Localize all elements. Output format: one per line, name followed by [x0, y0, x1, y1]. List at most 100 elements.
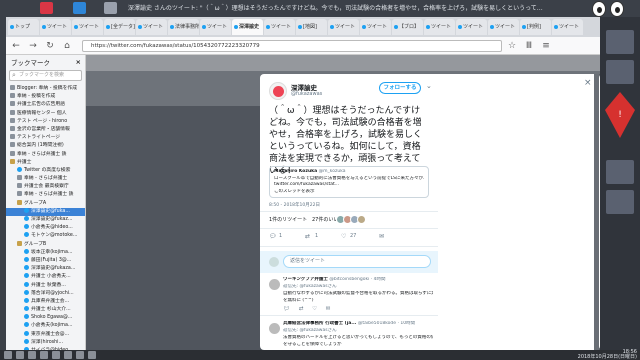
- desktop-file-icon[interactable]: [606, 30, 634, 54]
- bookmark-item[interactable]: 弁護士会 最高検察庁: [6, 183, 85, 191]
- desktop-switch-3-icon[interactable]: [104, 2, 117, 14]
- twitter-bird-icon: [24, 265, 29, 271]
- bookmark-item[interactable]: テストライトページ: [6, 134, 85, 142]
- bookmark-star-icon[interactable]: ☆: [505, 39, 519, 53]
- reply-icon[interactable]: 💬︎: [269, 233, 277, 240]
- reply-input[interactable]: 返信をツイート: [283, 255, 431, 268]
- bookmark-item[interactable]: テスト ページ - hirono: [6, 117, 85, 126]
- taskbar-app-icon[interactable]: [40, 351, 48, 359]
- bookmark-item[interactable]: 奉納 - 投稿を作成: [6, 93, 85, 101]
- browser-tab[interactable]: [全データ]: [104, 19, 135, 35]
- bookmark-item[interactable]: 東京弁護士会@...: [6, 330, 85, 339]
- browser-tab[interactable]: [判例]: [520, 19, 551, 35]
- bookmark-item[interactable]: 奉納 - さらば弁護士 鉄: [6, 191, 85, 199]
- desktop-file-icon[interactable]: [606, 190, 634, 214]
- bookmark-item[interactable]: Shoko Egawa@...: [6, 314, 85, 322]
- bookmark-item[interactable]: Blogger: 奉納 - 投稿を作成: [6, 85, 85, 93]
- taskbar-app-icon[interactable]: [64, 351, 72, 359]
- taskbar-app-icon[interactable]: [76, 351, 84, 359]
- desktop-file-icon[interactable]: [606, 160, 634, 184]
- browser-tab[interactable]: ツイート: [328, 19, 359, 35]
- bookmark-item[interactable]: 深澤諭史@fuka...: [6, 207, 85, 216]
- desktop-switch-1-icon[interactable]: [40, 2, 53, 14]
- taskbar-app-icon[interactable]: [28, 351, 36, 359]
- taskbar-app-icon[interactable]: [88, 351, 96, 359]
- bookmark-item[interactable]: 弁護士 杉山大介...: [6, 306, 85, 314]
- bookmark-item[interactable]: モトケン@motoke...: [6, 232, 85, 240]
- browser-tab[interactable]: ツイート: [456, 19, 487, 35]
- bookmark-item[interactable]: 奉納 - さらば弁護士: [6, 175, 85, 183]
- reply-author-avatar[interactable]: [269, 279, 280, 290]
- reply-author-name[interactable]: ワーキングプア弁護士: [283, 277, 328, 282]
- bookmark-search-input[interactable]: ブックマークを検索: [9, 70, 82, 81]
- reply-time[interactable]: · 10時間: [397, 321, 415, 326]
- bookmark-item[interactable]: 弁護士広告の広告用語: [6, 101, 85, 109]
- follow-button[interactable]: フォローする: [379, 82, 421, 94]
- bookmark-folder[interactable]: グループA: [6, 199, 85, 208]
- start-menu-icon[interactable]: [4, 351, 12, 359]
- reply-actions[interactable]: 💬︎ ⇄ ♡ ✉: [283, 306, 433, 313]
- home-icon[interactable]: ⌂: [60, 39, 74, 53]
- browser-tab[interactable]: ツイート: [552, 19, 583, 35]
- reply-author-name[interactable]: 兵庫経営法律事務所 行政書士 (ja...: [283, 321, 356, 326]
- reply-author-avatar[interactable]: [269, 323, 280, 334]
- browser-tab[interactable]: ツイート: [424, 19, 455, 35]
- author-handle[interactable]: @fukazawas: [291, 91, 322, 97]
- library-icon[interactable]: Ⅲ: [522, 39, 536, 53]
- forward-icon[interactable]: →: [26, 39, 40, 53]
- url-input[interactable]: https://twitter.com/fukazawas/status/105…: [82, 39, 502, 52]
- desktop-file-icon[interactable]: [606, 60, 634, 84]
- bookmark-item[interactable]: 落合洋司@yjochi...: [6, 289, 85, 298]
- liker-avatar[interactable]: [357, 215, 366, 224]
- direct-message-icon[interactable]: ✉: [379, 233, 384, 240]
- browser-tab[interactable]: ツイート: [264, 19, 295, 35]
- bookmark-item[interactable]: 深澤諭史@fukaz...: [6, 216, 85, 224]
- browser-tab[interactable]: 法律事務所: [168, 19, 199, 35]
- browser-tab[interactable]: ツイート: [200, 19, 231, 35]
- tweet-timestamp[interactable]: 8:50 - 2018年10月22日: [269, 202, 320, 208]
- reload-icon[interactable]: ↻: [43, 39, 57, 53]
- bookmark-item[interactable]: 小倉秀夫(kojima...: [6, 322, 85, 330]
- bookmark-item[interactable]: 弁護士 小倉秀夫...: [6, 273, 85, 281]
- bookmark-item[interactable]: Twitter の高度な検索: [6, 166, 85, 175]
- back-icon[interactable]: ←: [9, 39, 23, 53]
- close-icon[interactable]: ×: [584, 78, 592, 88]
- bookmark-label: 総合案内 (1時間注視): [17, 143, 64, 149]
- bookmark-item[interactable]: 医療情報センター 個人: [6, 109, 85, 118]
- bookmark-item[interactable]: 坂本正幸(kojima...: [6, 248, 85, 257]
- taskbar-app-icon[interactable]: [52, 351, 60, 359]
- bookmark-item[interactable]: 弁護士 秋葉香...: [6, 281, 85, 290]
- bookmark-item[interactable]: 金沢の営業所・店舗情報: [6, 125, 85, 134]
- author-avatar[interactable]: [269, 82, 287, 100]
- desktop-switch-2-icon[interactable]: [73, 2, 86, 14]
- browser-tab[interactable]: [地図]: [296, 19, 327, 35]
- show-thread-link[interactable]: このスレッドを表示: [274, 189, 424, 196]
- retweet-stat[interactable]: 1件のリツイート: [269, 217, 307, 223]
- retweet-icon[interactable]: ⇄: [305, 233, 310, 240]
- browser-tab[interactable]: ツイート: [360, 19, 391, 35]
- taskbar-app-icon[interactable]: [16, 351, 24, 359]
- browser-tab[interactable]: ツイート: [488, 19, 519, 35]
- reply-time[interactable]: · 4時間: [371, 277, 386, 282]
- browser-tab[interactable]: ツイート: [136, 19, 167, 35]
- bookmark-item[interactable]: 奉納 - さらば弁護士 鉄: [6, 150, 85, 159]
- bookmark-item[interactable]: 藤田(Fujita) 3@...: [6, 256, 85, 265]
- browser-tab[interactable]: トップ: [8, 19, 39, 35]
- browser-tab[interactable]: ツイート: [40, 19, 71, 35]
- browser-tab[interactable]: 【ブロ】: [392, 19, 423, 35]
- bookmark-folder[interactable]: 弁護士: [6, 158, 85, 167]
- sidebar-close-icon[interactable]: ×: [76, 58, 81, 66]
- like-icon[interactable]: ♡: [341, 233, 346, 240]
- more-options-icon[interactable]: ⌄: [426, 82, 432, 90]
- browser-tab[interactable]: 深澤諭史: [232, 19, 263, 35]
- bookmark-folder[interactable]: グループB: [6, 240, 85, 249]
- page-scrollbar[interactable]: [594, 74, 599, 350]
- bookmark-item[interactable]: 総合案内 (1時間注視): [6, 142, 85, 150]
- quoted-tweet[interactable]: Masahiro Kozuka @m_kozuka ロースクール卒で自動的に法曹…: [269, 166, 429, 198]
- menu-icon[interactable]: ≡: [539, 39, 553, 53]
- bookmark-item[interactable]: 小倉秀夫@hideo...: [6, 224, 85, 232]
- bookmark-item[interactable]: 深澤諭史@fukaza...: [6, 265, 85, 273]
- bookmark-item[interactable]: 兵庫県弁護士会...: [6, 297, 85, 306]
- browser-tab[interactable]: ツイート: [72, 19, 103, 35]
- bookmark-item[interactable]: 深澤(hiroshi...: [6, 338, 85, 347]
